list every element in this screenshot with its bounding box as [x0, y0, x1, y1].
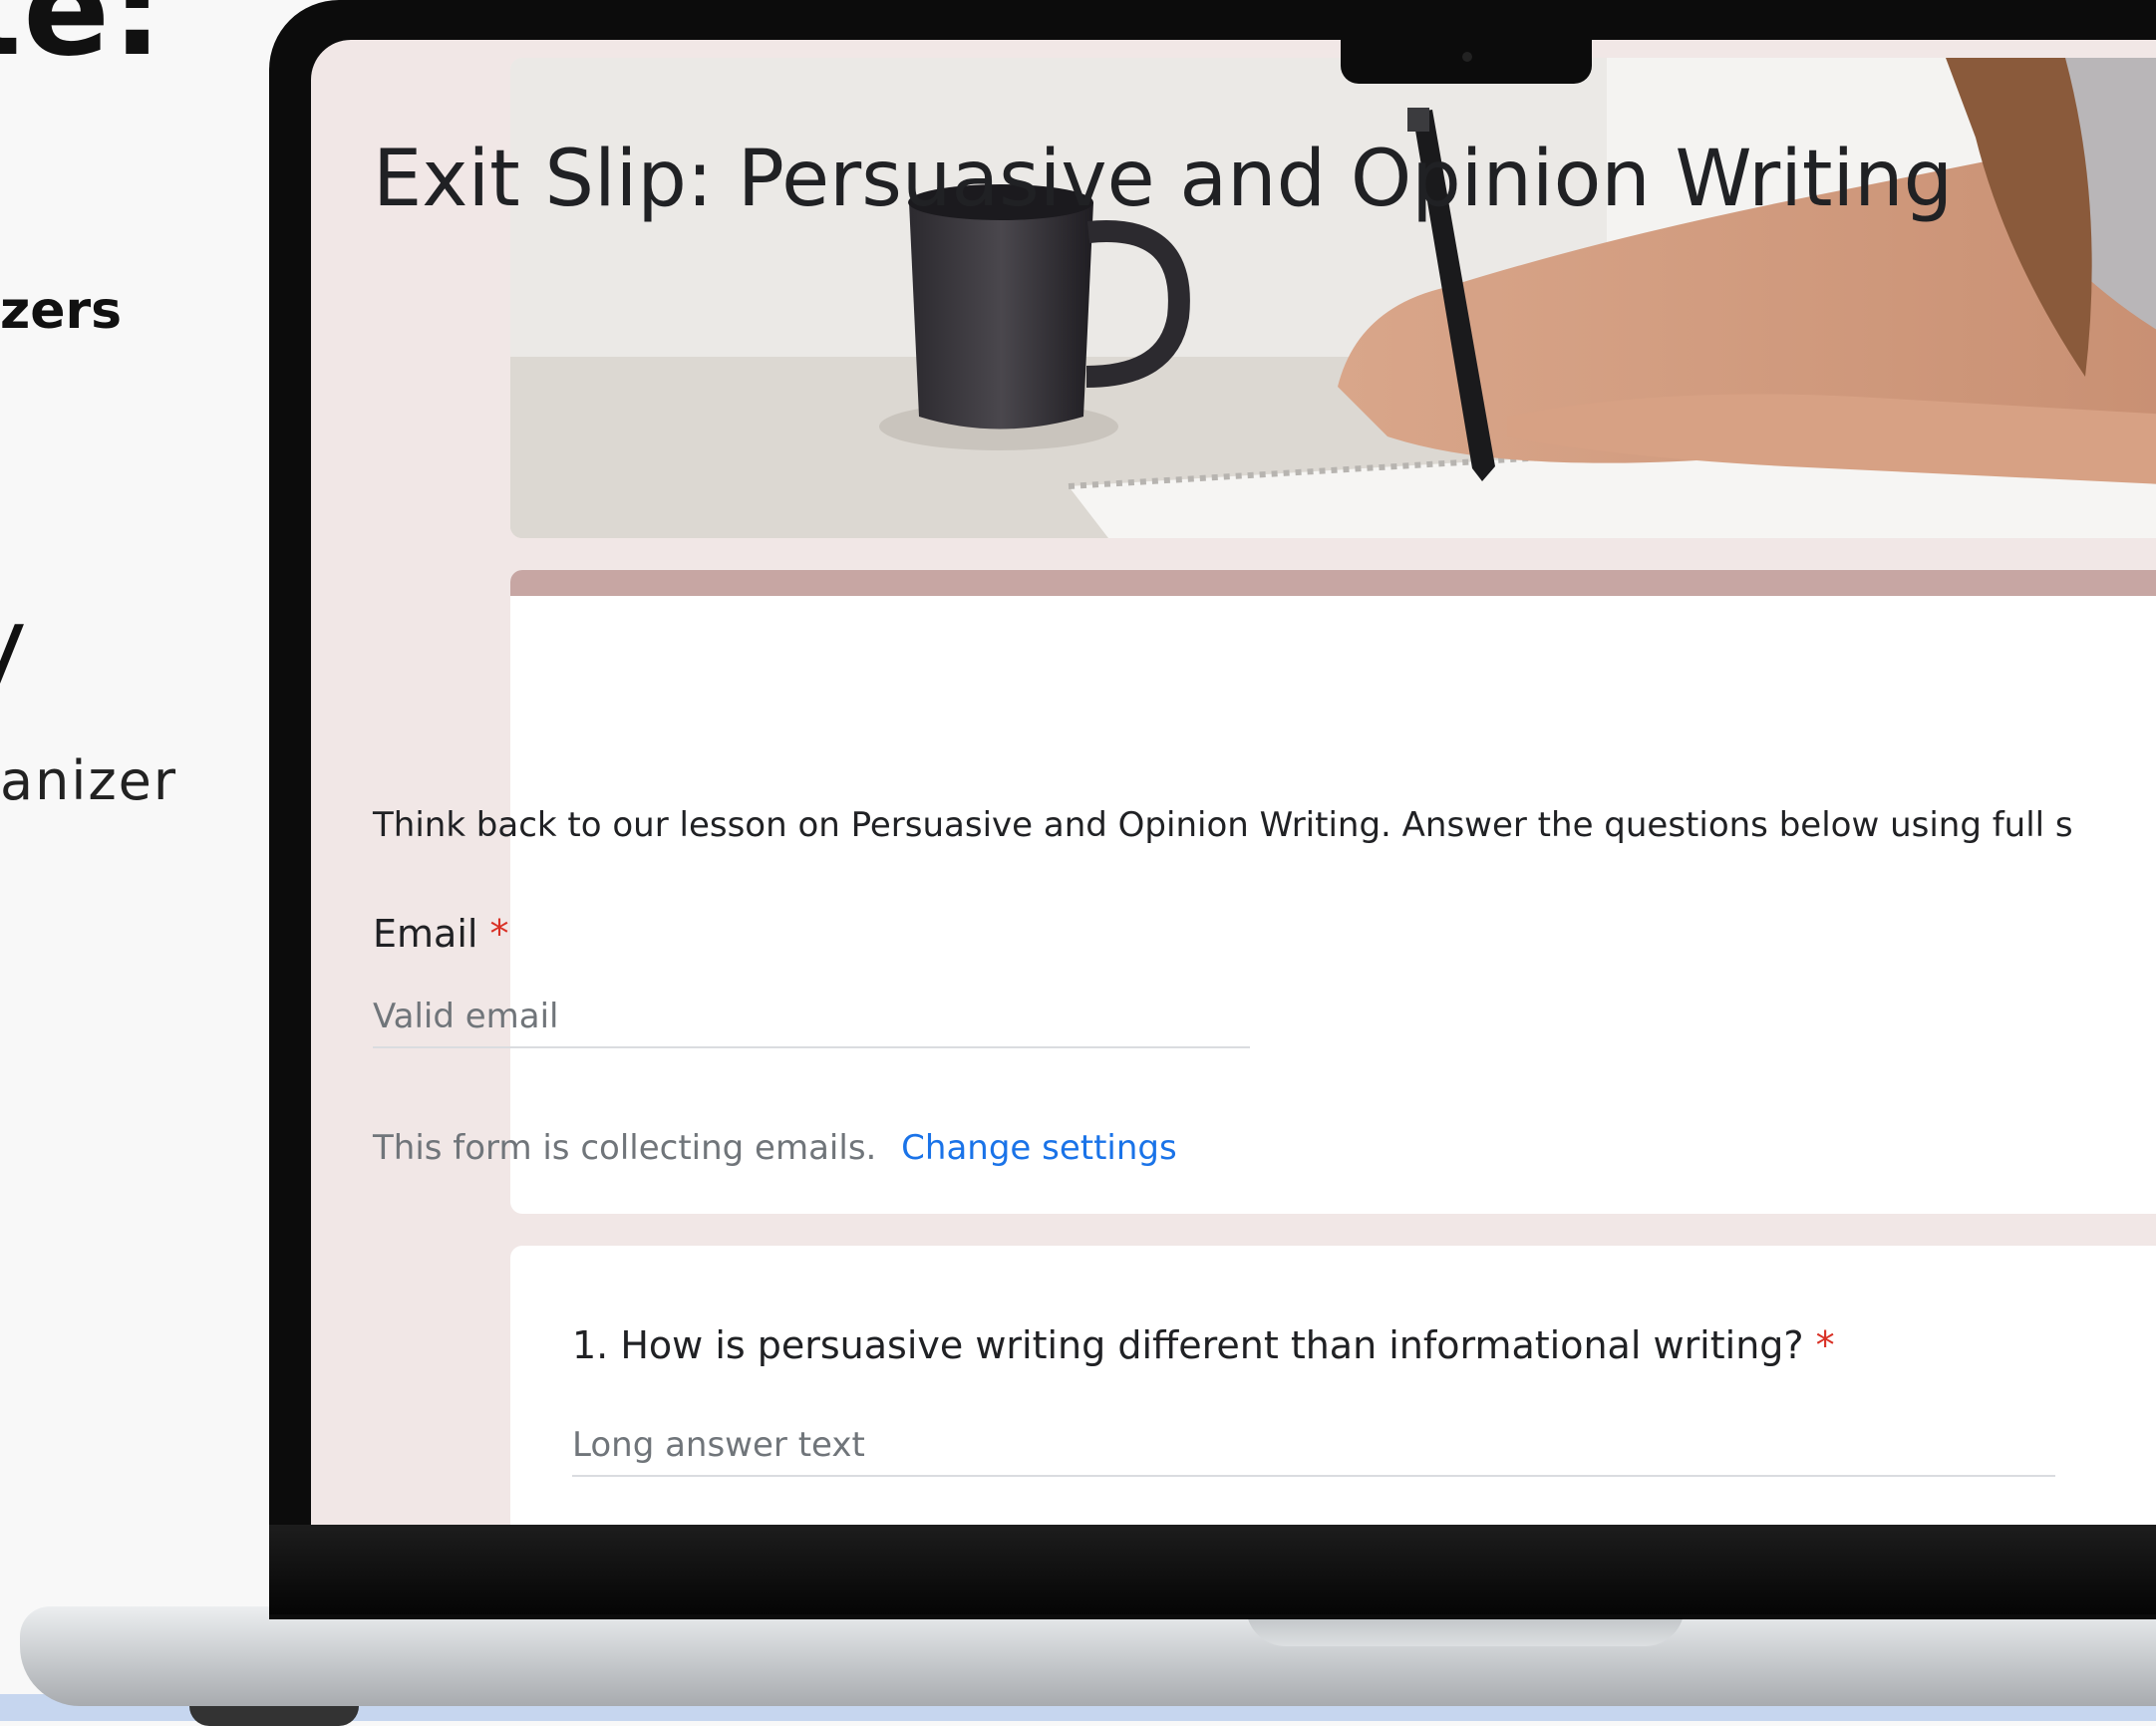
form-accent-bar: [510, 570, 2156, 596]
side-subheading-fragment-1: zers: [0, 281, 123, 341]
email-field[interactable]: [373, 987, 1250, 1048]
email-collecting-notice: This form is collecting emails. Change s…: [373, 1128, 1177, 1168]
header-image: [510, 58, 2156, 538]
form-description: Think back to our lesson on Persuasive a…: [373, 805, 2073, 845]
laptop-base: [20, 1606, 2156, 1706]
question-card: 1. How is persuasive writing different t…: [510, 1246, 2156, 1525]
required-asterisk: *: [1815, 1323, 1835, 1367]
side-subheading-fragment-2: anizer: [0, 749, 178, 812]
side-heading-fragment-2: y: [0, 588, 27, 700]
long-answer-field[interactable]: [572, 1415, 2055, 1477]
laptop-chin: [269, 1525, 2156, 1614]
email-question-label: Email *: [373, 912, 509, 956]
header-photo-illustration: [510, 58, 2156, 538]
email-label-text: Email: [373, 912, 478, 956]
required-asterisk: *: [489, 912, 509, 956]
change-settings-link[interactable]: Change settings: [901, 1128, 1177, 1168]
collecting-note-text: This form is collecting emails.: [373, 1128, 877, 1168]
form-header-card: [510, 570, 2156, 1214]
form-title: Exit Slip: Persuasive and Opinion Writin…: [373, 135, 1954, 224]
camera-notch: [1341, 38, 1592, 84]
laptop-screen: Exit Slip: Persuasive and Opinion Writin…: [311, 40, 2156, 1525]
question-label: 1. How is persuasive writing different t…: [572, 1323, 1835, 1367]
side-heading-fragment: te:: [0, 0, 165, 85]
camera-icon: [1462, 52, 1472, 62]
laptop-foot: [189, 1706, 359, 1726]
question-text: 1. How is persuasive writing different t…: [572, 1323, 1804, 1367]
